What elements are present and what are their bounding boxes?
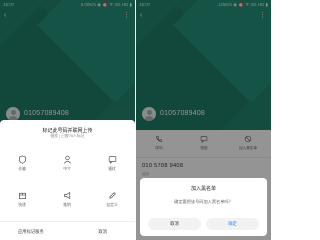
mark-agent-button[interactable]: 中介 — [47, 155, 87, 172]
sheet-title: 标记此号码并联网上传 — [42, 128, 93, 134]
megaphone-icon — [63, 192, 70, 199]
dialog-title: 加入黑名单 — [190, 186, 216, 192]
sheet-subtitle: 骚扰 | 已被78人标记 — [50, 134, 85, 138]
left-screen: 15:07 0.00K/s ◉ ⏰ ᯤ 4G HD ▮ ‹ ⋮ 01057089… — [0, 0, 135, 240]
mark-agent-label: 中介 — [63, 167, 71, 171]
mark-fraud-button[interactable]: 诈骗 — [2, 155, 42, 172]
mark-number-sheet: 标记此号码并联网上传 骚扰 | 已被78人标记 诈骗 中介 骚扰 快递 推销 自… — [0, 120, 135, 240]
mark-harassment-label: 骚扰 — [108, 167, 116, 171]
package-icon — [18, 192, 26, 200]
sheet-cancel-button[interactable]: 取消 — [98, 229, 107, 235]
mark-sales-label: 推销 — [63, 203, 71, 207]
marking-service-link[interactable]: 应用标记服务 — [18, 229, 44, 235]
dialog-cancel-button[interactable]: 取消 — [148, 218, 201, 230]
shield-icon — [18, 155, 26, 164]
mark-harassment-button[interactable]: 骚扰 — [92, 155, 132, 172]
mark-fraud-label: 诈骗 — [18, 167, 26, 171]
right-screen: 15:07 125K/s ◉ ⏰ ᯤ 4G HD ▮ ‹ ⋮ 010570894… — [136, 0, 271, 240]
mark-sales-button[interactable]: 推销 — [47, 191, 87, 208]
person-icon — [63, 155, 71, 164]
mark-delivery-button[interactable]: 快递 — [2, 191, 42, 208]
mark-custom-button[interactable]: 自定义 — [92, 191, 132, 208]
blacklist-confirm-dialog: 加入黑名单 确定要把该号码加入黑名单吗？ 取消 确定 — [140, 178, 267, 236]
dialog-confirm-button[interactable]: 确定 — [206, 218, 259, 230]
mark-delivery-label: 快递 — [18, 203, 26, 207]
sheet-footer: 应用标记服务 取消 — [0, 221, 135, 240]
mark-custom-label: 自定义 — [106, 203, 118, 207]
dialog-message: 确定要把该号码加入黑名单吗？ — [174, 199, 233, 204]
edit-icon — [108, 192, 116, 199]
chat-icon — [108, 156, 116, 164]
